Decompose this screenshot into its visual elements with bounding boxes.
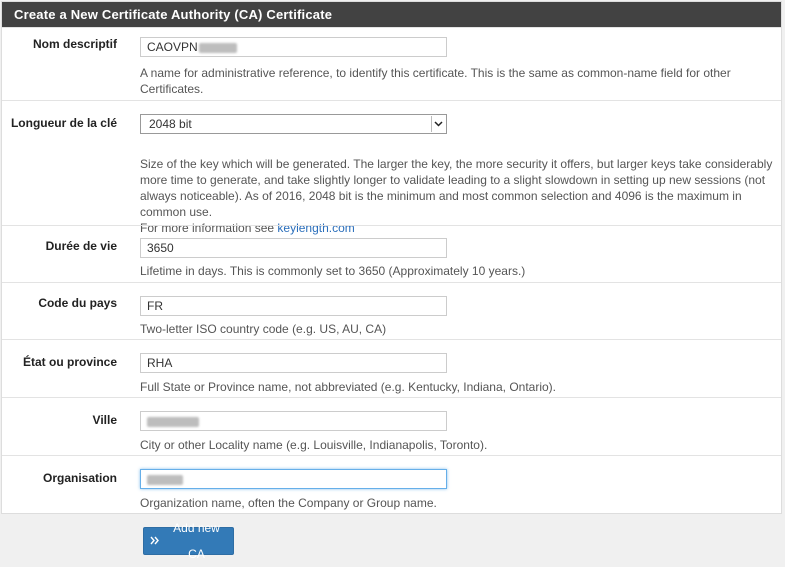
- label-country-code: Code du pays: [38, 296, 117, 310]
- double-chevron-right-icon: [150, 528, 160, 554]
- help-city: City or other Locality name (e.g. Louisv…: [140, 438, 488, 452]
- label-city: Ville: [92, 413, 117, 427]
- row-key-length: Longueur de la clé 2048 bit Size of the …: [2, 100, 781, 235]
- label-descriptive-name: Nom descriptif: [32, 37, 117, 51]
- panel-title: Create a New Certificate Authority (CA) …: [2, 2, 781, 27]
- add-new-ca-label: Add new CA: [173, 521, 220, 561]
- key-length-selected: 2048 bit: [149, 117, 192, 131]
- descriptive-name-input[interactable]: CAOVPN: [140, 37, 447, 57]
- row-state: État ou province RHA Full State or Provi…: [2, 339, 781, 398]
- country-code-value: FR: [147, 299, 163, 313]
- state-value: RHA: [147, 356, 173, 370]
- help-lifetime: Lifetime in days. This is commonly set t…: [140, 264, 526, 278]
- label-organisation: Organisation: [42, 471, 117, 485]
- city-input[interactable]: [140, 411, 447, 431]
- label-lifetime: Durée de vie: [45, 239, 117, 253]
- lifetime-value: 3650: [147, 241, 174, 255]
- redacted-mark: [147, 416, 199, 427]
- chevron-down-icon: [431, 116, 445, 132]
- help-descriptive-name: A name for administrative reference, to …: [140, 66, 731, 96]
- help-state: Full State or Province name, not abbrevi…: [140, 380, 556, 394]
- ca-form-panel: Create a New Certificate Authority (CA) …: [1, 1, 782, 514]
- state-input[interactable]: RHA: [140, 353, 447, 373]
- label-key-length: Longueur de la clé: [10, 116, 117, 130]
- key-length-select[interactable]: 2048 bit: [140, 114, 447, 134]
- help-organisation: Organization name, often the Company or …: [140, 496, 437, 510]
- redacted-mark: [198, 42, 237, 53]
- row-country-code: Code du pays FR Two-letter ISO country c…: [2, 282, 781, 340]
- label-state: État ou province: [22, 355, 117, 369]
- organisation-input[interactable]: [140, 469, 447, 489]
- lifetime-input[interactable]: 3650: [140, 238, 447, 258]
- row-city: Ville City or other Locality name (e.g. …: [2, 397, 781, 456]
- country-code-input[interactable]: FR: [140, 296, 447, 316]
- row-lifetime: Durée de vie 3650 Lifetime in days. This…: [2, 225, 781, 283]
- descriptive-name-value: CAOVPN: [147, 40, 198, 54]
- row-descriptive-name: Nom descriptif CAOVPN A name for adminis…: [2, 27, 781, 101]
- add-new-ca-button[interactable]: Add new CA: [143, 521, 234, 561]
- redacted-mark: [147, 474, 183, 485]
- row-organisation: Organisation Organization name, often th…: [2, 455, 781, 514]
- help-key-length: Size of the key which will be generated.…: [140, 156, 780, 236]
- help-key-length-text: Size of the key which will be generated.…: [140, 157, 773, 219]
- help-country-code: Two-letter ISO country code (e.g. US, AU…: [140, 322, 387, 336]
